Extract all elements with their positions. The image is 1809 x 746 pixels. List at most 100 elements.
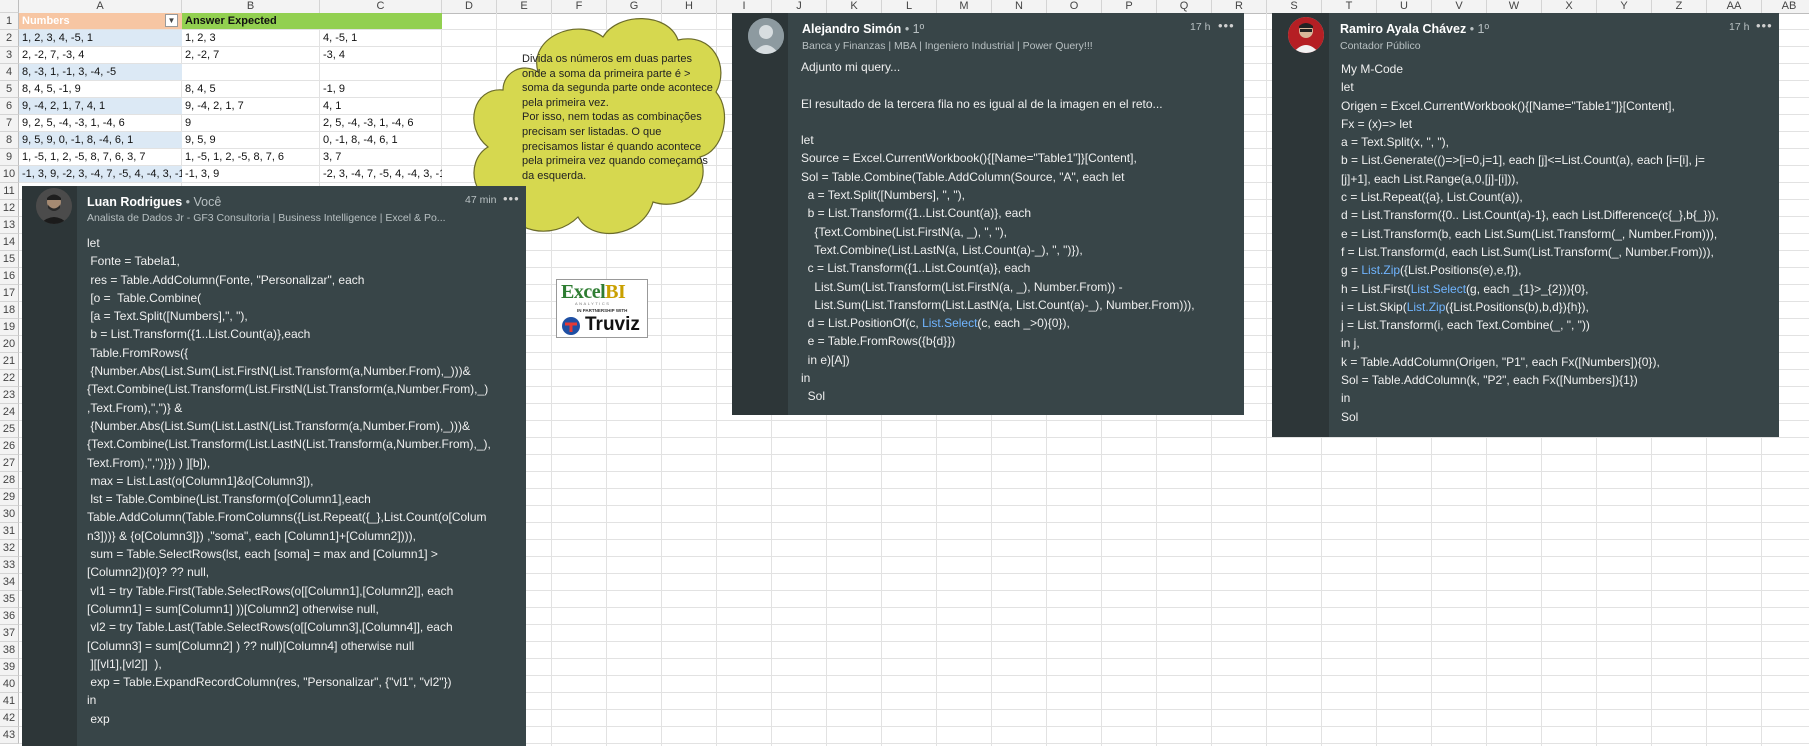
hashtag-link[interactable]: List.Zip <box>1407 300 1446 314</box>
row-header-42[interactable]: 42 <box>0 710 19 727</box>
row-header-43[interactable]: 43 <box>0 727 19 744</box>
row-header-23[interactable]: 23 <box>0 387 19 404</box>
column-header-Z[interactable]: Z <box>1652 0 1707 13</box>
column-header-AA[interactable]: AA <box>1707 0 1762 13</box>
row-header-31[interactable]: 31 <box>0 523 19 540</box>
column-header-K[interactable]: K <box>827 0 882 13</box>
comment-author[interactable]: Alejandro Simón • 1º <box>802 22 924 36</box>
filter-dropdown-icon[interactable]: ▼ <box>165 14 178 27</box>
column-header-L[interactable]: L <box>882 0 937 13</box>
row-header-1[interactable]: 1 <box>0 13 19 30</box>
column-header-Q[interactable]: Q <box>1157 0 1212 13</box>
answer-part1-cell[interactable]: 8, 4, 5 <box>182 81 320 97</box>
column-header-P[interactable]: P <box>1102 0 1157 13</box>
row-header-39[interactable]: 39 <box>0 659 19 676</box>
row-header-14[interactable]: 14 <box>0 234 19 251</box>
answer-part1-cell[interactable]: 2, -2, 7 <box>182 47 320 63</box>
row-header-18[interactable]: 18 <box>0 302 19 319</box>
column-header-T[interactable]: T <box>1322 0 1377 13</box>
column-header-X[interactable]: X <box>1542 0 1597 13</box>
answer-part1-cell[interactable]: -1, 3, 9 <box>182 166 320 182</box>
answer-part2-cell[interactable]: -3, 4 <box>320 47 442 63</box>
more-options-icon[interactable]: ••• <box>503 191 520 206</box>
hashtag-link[interactable]: List.Zip <box>1361 263 1400 277</box>
row-header-2[interactable]: 2 <box>0 30 19 47</box>
row-header-40[interactable]: 40 <box>0 676 19 693</box>
row-header-10[interactable]: 10 <box>0 166 19 183</box>
select-all-corner[interactable] <box>0 0 19 13</box>
row-header-15[interactable]: 15 <box>0 251 19 268</box>
answer-part1-cell[interactable]: 9, 5, 9 <box>182 132 320 148</box>
answer-part1-cell[interactable]: 9 <box>182 115 320 131</box>
row-header-24[interactable]: 24 <box>0 404 19 421</box>
numbers-cell[interactable]: 8, -3, 1, -1, 3, -4, -5 <box>19 64 182 80</box>
avatar-luan[interactable] <box>36 188 72 224</box>
answer-part2-cell[interactable]: 0, -1, 8, -4, 6, 1 <box>320 132 442 148</box>
row-header-8[interactable]: 8 <box>0 132 19 149</box>
numbers-cell[interactable]: 9, 5, 9, 0, -1, 8, -4, 6, 1 <box>19 132 182 148</box>
row-header-11[interactable]: 11 <box>0 183 19 200</box>
numbers-cell[interactable]: -1, 3, 9, -2, 3, -4, 7, -5, 4, -4, 3, -1 <box>19 166 182 182</box>
header-answer-expected-cell[interactable]: Answer Expected <box>182 13 442 29</box>
numbers-cell[interactable]: 9, -4, 2, 1, 7, 4, 1 <box>19 98 182 114</box>
row-header-5[interactable]: 5 <box>0 81 19 98</box>
row-header-3[interactable]: 3 <box>0 47 19 64</box>
row-header-41[interactable]: 41 <box>0 693 19 710</box>
column-header-A[interactable]: A <box>19 0 182 13</box>
answer-part1-cell[interactable]: 1, 2, 3 <box>182 30 320 46</box>
column-header-M[interactable]: M <box>937 0 992 13</box>
row-header-7[interactable]: 7 <box>0 115 19 132</box>
answer-part2-cell[interactable]: 3, 7 <box>320 149 442 165</box>
numbers-cell[interactable]: 2, -2, 7, -3, 4 <box>19 47 182 63</box>
column-header-B[interactable]: B <box>182 0 320 13</box>
row-header-6[interactable]: 6 <box>0 98 19 115</box>
column-header-O[interactable]: O <box>1047 0 1102 13</box>
column-header-J[interactable]: J <box>772 0 827 13</box>
row-header-33[interactable]: 33 <box>0 557 19 574</box>
row-header-17[interactable]: 17 <box>0 285 19 302</box>
row-header-21[interactable]: 21 <box>0 353 19 370</box>
row-header-16[interactable]: 16 <box>0 268 19 285</box>
hashtag-link[interactable]: List.Select <box>1411 282 1466 296</box>
column-header-N[interactable]: N <box>992 0 1047 13</box>
row-header-19[interactable]: 19 <box>0 319 19 336</box>
numbers-cell[interactable]: 8, 4, 5, -1, 9 <box>19 81 182 97</box>
row-header-25[interactable]: 25 <box>0 421 19 438</box>
row-header-27[interactable]: 27 <box>0 455 19 472</box>
answer-part2-cell[interactable]: -1, 9 <box>320 81 442 97</box>
row-header-20[interactable]: 20 <box>0 336 19 353</box>
row-header-9[interactable]: 9 <box>0 149 19 166</box>
numbers-cell[interactable]: 1, -5, 1, 2, -5, 8, 7, 6, 3, 7 <box>19 149 182 165</box>
answer-part1-cell[interactable]: 1, -5, 1, 2, -5, 8, 7, 6 <box>182 149 320 165</box>
numbers-cell[interactable]: 9, 2, 5, -4, -3, 1, -4, 6 <box>19 115 182 131</box>
row-header-32[interactable]: 32 <box>0 540 19 557</box>
row-header-30[interactable]: 30 <box>0 506 19 523</box>
answer-part1-cell[interactable] <box>182 64 320 80</box>
answer-part2-cell[interactable]: 4, 1 <box>320 98 442 114</box>
column-header-C[interactable]: C <box>320 0 442 13</box>
header-numbers-cell[interactable]: Numbers <box>19 13 182 29</box>
avatar-alejandro[interactable] <box>748 18 784 54</box>
row-header-26[interactable]: 26 <box>0 438 19 455</box>
row-header-12[interactable]: 12 <box>0 200 19 217</box>
comment-author[interactable]: Ramiro Ayala Chávez • 1º <box>1340 22 1489 36</box>
row-header-37[interactable]: 37 <box>0 625 19 642</box>
row-header-34[interactable]: 34 <box>0 574 19 591</box>
column-header-S[interactable]: S <box>1267 0 1322 13</box>
column-header-W[interactable]: W <box>1487 0 1542 13</box>
answer-part2-cell[interactable] <box>320 64 442 80</box>
row-header-13[interactable]: 13 <box>0 217 19 234</box>
answer-part2-cell[interactable]: -2, 3, -4, 7, -5, 4, -4, 3, -1 <box>320 166 442 182</box>
answer-part2-cell[interactable]: 4, -5, 1 <box>320 30 442 46</box>
column-header-AB[interactable]: AB <box>1762 0 1809 13</box>
column-header-Y[interactable]: Y <box>1597 0 1652 13</box>
row-header-29[interactable]: 29 <box>0 489 19 506</box>
column-header-R[interactable]: R <box>1212 0 1267 13</box>
comment-author[interactable]: Luan Rodrigues • Você <box>87 195 221 209</box>
row-header-35[interactable]: 35 <box>0 591 19 608</box>
row-header-4[interactable]: 4 <box>0 64 19 81</box>
answer-part1-cell[interactable]: 9, -4, 2, 1, 7 <box>182 98 320 114</box>
hashtag-link[interactable]: List.Select <box>922 316 977 330</box>
column-header-U[interactable]: U <box>1377 0 1432 13</box>
numbers-cell[interactable]: 1, 2, 3, 4, -5, 1 <box>19 30 182 46</box>
